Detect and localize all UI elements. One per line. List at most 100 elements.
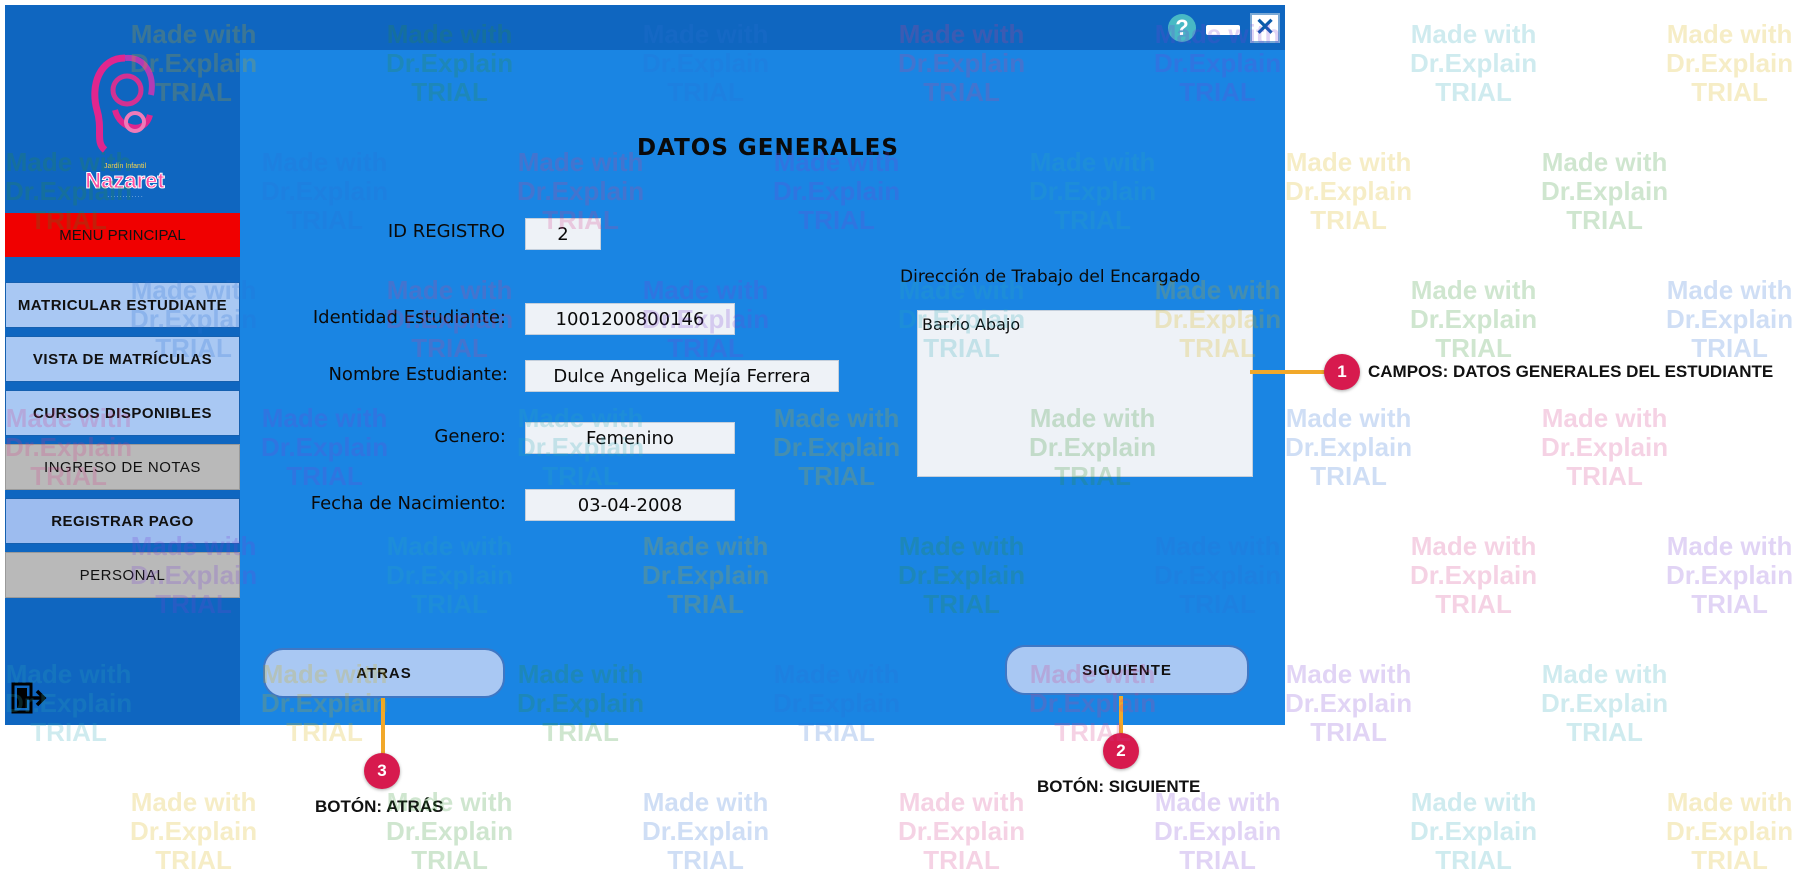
- minimize-icon[interactable]: [1206, 25, 1240, 35]
- watermark-line: Made with: [1285, 147, 1412, 177]
- watermark-line: Dr.Explain: [1541, 688, 1669, 718]
- callout-2-badge: 2: [1103, 733, 1139, 769]
- watermark-line: TRIAL: [667, 845, 744, 875]
- watermark-text: Made with Dr.Explain TRIAL: [130, 788, 257, 875]
- watermark-line: Made with: [642, 787, 769, 817]
- callout-3-text: BOTÓN: ATRÁS: [315, 797, 444, 816]
- watermark-text: Made with Dr.Explain TRIAL: [1541, 148, 1668, 235]
- watermark-line: Made with: [1541, 403, 1668, 433]
- watermark-text: Made with Dr.Explain TRIAL: [1666, 788, 1793, 875]
- sidebar: Jardín Infantil Nazaret · · · · · · · · …: [5, 5, 240, 725]
- watermark-line: TRIAL: [155, 845, 232, 875]
- callout-3-badge: 3: [364, 753, 400, 789]
- watermark-line: TRIAL: [1310, 205, 1387, 235]
- watermark-line: TRIAL: [1435, 333, 1512, 363]
- nombre-label: Nombre Estudiante:: [328, 364, 508, 385]
- callout-3-line: [381, 698, 385, 758]
- watermark-text: Made with Dr.Explain TRIAL: [1410, 788, 1537, 875]
- identidad-label: Identidad Estudiante:: [312, 307, 506, 328]
- watermark-line: Made with: [1410, 19, 1537, 49]
- watermark-line: Dr.Explain: [1154, 816, 1282, 846]
- nombre-field[interactable]: Dulce Angelica Mejía Ferrera: [525, 360, 839, 392]
- identidad-field[interactable]: 1001200800146: [525, 303, 735, 335]
- watermark-line: TRIAL: [1691, 77, 1768, 107]
- watermark-line: Dr.Explain: [898, 816, 1026, 846]
- watermark-line: TRIAL: [923, 845, 1000, 875]
- watermark-text: Made with Dr.Explain TRIAL: [642, 788, 769, 875]
- watermark-line: Made with: [1541, 147, 1668, 177]
- back-button[interactable]: ATRAS: [263, 648, 505, 698]
- watermark-line: TRIAL: [1691, 333, 1768, 363]
- watermark-text: Made with Dr.Explain TRIAL: [1666, 532, 1793, 619]
- watermark-line: Dr.Explain: [1410, 48, 1538, 78]
- watermark-line: Dr.Explain: [1285, 688, 1413, 718]
- exit-icon[interactable]: [11, 680, 47, 716]
- callout-2-line: [1119, 696, 1123, 736]
- watermark-text: Made with Dr.Explain TRIAL: [1541, 660, 1668, 747]
- watermark-line: Dr.Explain: [130, 816, 258, 846]
- callout-1-badge: 1: [1324, 354, 1360, 390]
- sidebar-item-cursos[interactable]: CURSOS DISPONIBLES: [5, 390, 240, 436]
- watermark-text: Made with Dr.Explain TRIAL: [1410, 20, 1537, 107]
- watermark-line: TRIAL: [1566, 205, 1643, 235]
- watermark-line: TRIAL: [1310, 717, 1387, 747]
- watermark-line: Dr.Explain: [1285, 176, 1413, 206]
- watermark-text: Made with Dr.Explain TRIAL: [1410, 532, 1537, 619]
- watermark-line: Dr.Explain: [1541, 176, 1669, 206]
- close-icon[interactable]: ✕: [1250, 13, 1280, 43]
- page-title: DATOS GENERALES: [637, 135, 899, 161]
- watermark-line: TRIAL: [1435, 77, 1512, 107]
- watermark-text: Made with Dr.Explain TRIAL: [1541, 404, 1668, 491]
- watermark-line: Dr.Explain: [1666, 48, 1794, 78]
- watermark-line: Made with: [1541, 659, 1668, 689]
- direccion-trabajo-textarea[interactable]: Barrio Abajo: [917, 310, 1253, 477]
- help-icon[interactable]: ?: [1168, 14, 1196, 42]
- watermark-line: Dr.Explain: [1410, 560, 1538, 590]
- watermark-line: Dr.Explain: [1666, 816, 1794, 846]
- watermark-text: Made with Dr.Explain TRIAL: [1666, 276, 1793, 363]
- window-controls: ? ✕: [1168, 13, 1280, 43]
- watermark-line: Made with: [1285, 659, 1412, 689]
- watermark-line: TRIAL: [1179, 845, 1256, 875]
- sidebar-item-matricular[interactable]: MATRICULAR ESTUDIANTE: [5, 282, 240, 328]
- menu-principal-header[interactable]: MENU PRINCIPAL: [5, 213, 240, 257]
- watermark-line: Made with: [130, 787, 257, 817]
- callout-1-text: CAMPOS: DATOS GENERALES DEL ESTUDIANTE: [1368, 362, 1774, 381]
- watermark-line: TRIAL: [1691, 845, 1768, 875]
- watermark-text: Made with Dr.Explain TRIAL: [1410, 276, 1537, 363]
- sidebar-item-notas[interactable]: INGRESO DE NOTAS: [5, 444, 240, 490]
- sidebar-item-vista-matriculas[interactable]: VISTA DE MATRÍCULAS: [5, 336, 240, 382]
- watermark-line: TRIAL: [1691, 589, 1768, 619]
- watermark-text: Made with Dr.Explain TRIAL: [1285, 148, 1412, 235]
- watermark-text: Made with Dr.Explain TRIAL: [1285, 660, 1412, 747]
- sidebar-item-pago[interactable]: REGISTRAR PAGO: [5, 498, 240, 544]
- watermark-line: Made with: [898, 787, 1025, 817]
- watermark-text: Made with Dr.Explain TRIAL: [1666, 20, 1793, 107]
- watermark-line: TRIAL: [1435, 589, 1512, 619]
- watermark-line: TRIAL: [1310, 461, 1387, 491]
- watermark-text: Made with Dr.Explain TRIAL: [898, 788, 1025, 875]
- watermark-line: Dr.Explain: [1666, 304, 1794, 334]
- genero-field[interactable]: Femenino: [525, 422, 735, 454]
- watermark-line: Made with: [1666, 275, 1793, 305]
- callout-1-line: [1250, 370, 1330, 374]
- fecha-nacimiento-field[interactable]: 03-04-2008: [525, 489, 735, 521]
- direccion-trabajo-label: Dirección de Trabajo del Encargado: [900, 267, 1201, 287]
- watermark-text: Made with Dr.Explain TRIAL: [1154, 788, 1281, 875]
- id-registro-field[interactable]: 2: [525, 218, 601, 250]
- next-button[interactable]: SIGUIENTE: [1005, 645, 1249, 695]
- watermark-line: TRIAL: [1435, 845, 1512, 875]
- watermark-line: Made with: [1410, 531, 1537, 561]
- svg-text:· · · · · · · · · · · ·: · · · · · · · · · · · ·: [107, 194, 143, 200]
- watermark-line: Made with: [1666, 531, 1793, 561]
- watermark-line: Made with: [1666, 787, 1793, 817]
- watermark-line: TRIAL: [1566, 717, 1643, 747]
- app-window: Jardín Infantil Nazaret · · · · · · · · …: [5, 5, 1285, 725]
- watermark-line: Made with: [1285, 403, 1412, 433]
- watermark-line: TRIAL: [1566, 461, 1643, 491]
- sidebar-item-personal[interactable]: PERSONAL: [5, 552, 240, 598]
- watermark-line: Dr.Explain: [1541, 432, 1669, 462]
- watermark-line: Made with: [1410, 787, 1537, 817]
- genero-label: Genero:: [434, 426, 506, 447]
- fecha-nacimiento-label: Fecha de Nacimiento:: [310, 493, 506, 514]
